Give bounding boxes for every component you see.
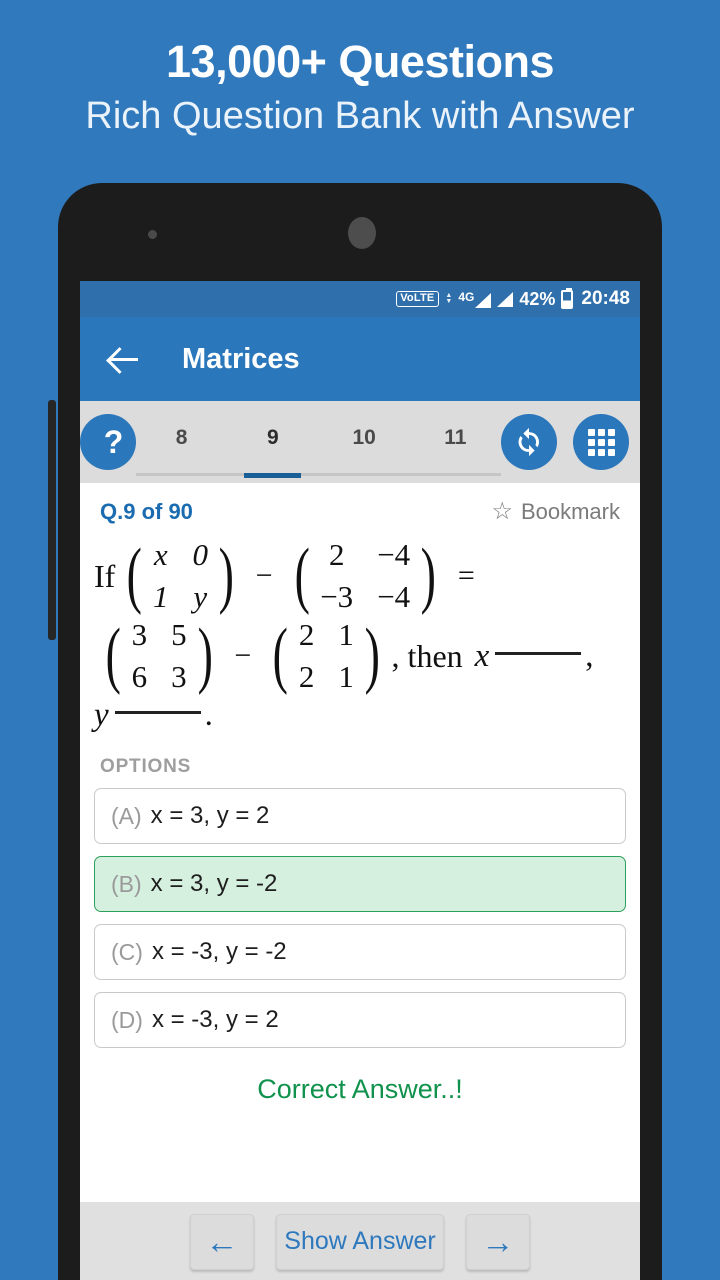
help-button[interactable]: ? bbox=[80, 414, 136, 470]
phone-screen: VoLTE ▲ ▼ 4G 42% 20:48 Matrices ? 8 9 10… bbox=[80, 281, 640, 1280]
question-body: If ( x 0 1 y ) − ( 2 −4 −3 −4) = (3 5 … bbox=[80, 535, 640, 734]
app-toolbar: Matrices bbox=[80, 317, 640, 401]
battery-icon bbox=[561, 287, 574, 309]
matrix-a-cell: x bbox=[153, 537, 168, 572]
back-arrow-icon[interactable] bbox=[108, 342, 142, 376]
then-text: , then bbox=[391, 637, 463, 674]
promo-title: 13,000+ Questions bbox=[166, 36, 554, 87]
answer-feedback: Correct Answer..! bbox=[257, 1074, 463, 1104]
variable-y: y bbox=[94, 697, 109, 733]
tab-question-9[interactable]: 9 bbox=[227, 401, 318, 483]
option-d[interactable]: (D) x = -3, y = 2 bbox=[94, 992, 626, 1048]
next-question-button[interactable]: → bbox=[466, 1213, 530, 1270]
tabbar-actions bbox=[501, 414, 629, 470]
star-outline-icon: ☆ bbox=[491, 498, 513, 525]
matrix-b-cell: 2 bbox=[328, 537, 345, 572]
show-answer-label: Show Answer bbox=[284, 1227, 436, 1255]
options-header: OPTIONS bbox=[100, 756, 192, 777]
matrix-d-cell: 2 bbox=[298, 659, 315, 694]
equals-sign: = bbox=[457, 559, 475, 592]
operator-minus: − bbox=[234, 639, 252, 672]
matrix-c-cell: 5 bbox=[171, 617, 187, 652]
bookmark-button[interactable]: ☆ Bookmark bbox=[491, 499, 620, 525]
option-key: (D) bbox=[111, 1006, 143, 1033]
signal-4g-icon: 4G bbox=[458, 290, 492, 308]
previous-question-button[interactable]: ← bbox=[190, 1213, 254, 1270]
bottom-nav-bar: ← Show Answer → bbox=[80, 1202, 640, 1280]
grid-icon bbox=[587, 428, 615, 456]
bookmark-label: Bookmark bbox=[520, 499, 620, 524]
matrix-c-cell: 3 bbox=[171, 659, 187, 694]
tab-question-11[interactable]: 11 bbox=[410, 401, 501, 483]
option-text: x = -3, y = -2 bbox=[151, 938, 287, 965]
question-header: Q.9 of 90 ☆ Bookmark bbox=[80, 483, 640, 535]
matrix-b-cell: −4 bbox=[377, 537, 411, 572]
option-text: x = -3, y = 2 bbox=[151, 1006, 279, 1033]
matrix-c-cell: 3 bbox=[131, 617, 148, 652]
arrow-right-icon: → bbox=[481, 1223, 515, 1260]
matrix-a: ( x 0 1 y ) bbox=[126, 534, 234, 617]
matrix-b-cell: −3 bbox=[320, 579, 354, 614]
option-key: (A) bbox=[111, 802, 142, 829]
matrix-d-cell: 1 bbox=[338, 617, 354, 652]
option-text: x = 3, y = -2 bbox=[150, 870, 278, 897]
promo-screenshot: 13,000+ Questions Rich Question Bank wit… bbox=[0, 0, 720, 1280]
refresh-icon bbox=[518, 427, 539, 457]
answer-blank-y bbox=[114, 711, 201, 714]
page-title: Matrices bbox=[182, 342, 300, 375]
option-text: x = 3, y = 2 bbox=[150, 802, 270, 829]
question-tabbar: ? 8 9 10 11 bbox=[80, 401, 640, 483]
show-answer-button[interactable]: Show Answer bbox=[276, 1213, 444, 1270]
tab-question-8[interactable]: 8 bbox=[136, 401, 227, 483]
tab-indicator bbox=[244, 473, 301, 478]
help-label: ? bbox=[103, 424, 124, 460]
question-counter: Q.9 of 90 bbox=[100, 499, 193, 524]
question-prefix: If bbox=[94, 557, 116, 594]
data-transfer-icon: ▲ ▼ bbox=[445, 292, 453, 305]
question-line-1: If ( x 0 1 y ) − ( 2 −4 −3 −4) = bbox=[94, 537, 626, 615]
options-list: (A) x = 3, y = 2 (B) x = 3, y = -2 (C) x… bbox=[80, 788, 640, 1048]
status-clock: 20:48 bbox=[581, 288, 630, 309]
question-grid-button[interactable] bbox=[573, 414, 629, 470]
comma: , bbox=[585, 637, 594, 674]
status-bar: VoLTE ▲ ▼ 4G 42% 20:48 bbox=[80, 281, 640, 317]
front-camera-icon bbox=[148, 230, 157, 239]
promo-subtitle: Rich Question Bank with Answer bbox=[85, 95, 635, 138]
tab-question-10[interactable]: 10 bbox=[319, 401, 410, 483]
matrix-c-cell: 6 bbox=[131, 659, 148, 694]
period: . bbox=[204, 697, 213, 733]
signal-bars-icon bbox=[497, 291, 514, 307]
matrix-d: ( 2 1 2 1 ) bbox=[272, 614, 380, 697]
option-key: (C) bbox=[111, 938, 143, 965]
answer-blank-x bbox=[495, 651, 582, 655]
matrix-b: ( 2 −4 −3 −4 ) bbox=[294, 534, 437, 617]
matrix-d-cell: 1 bbox=[338, 659, 354, 694]
matrix-b-cell: −4 bbox=[377, 579, 411, 614]
option-key: (B) bbox=[111, 870, 142, 897]
matrix-a-cell: 0 bbox=[192, 537, 208, 572]
tab-track bbox=[136, 473, 501, 476]
matrix-a-cell: y bbox=[193, 579, 208, 614]
matrix-c: ( 3 5 6 3 ) bbox=[105, 614, 213, 697]
option-b[interactable]: (B) x = 3, y = -2 bbox=[94, 856, 626, 912]
volte-icon: VoLTE bbox=[396, 291, 440, 307]
promo-header: 13,000+ Questions Rich Question Bank wit… bbox=[0, 0, 720, 175]
option-c[interactable]: (C) x = -3, y = -2 bbox=[94, 924, 626, 980]
question-line-2: ( 3 5 6 3 ) − ( 2 1 2 1) , then x , bbox=[94, 617, 626, 695]
matrix-a-cell: 1 bbox=[152, 579, 169, 614]
refresh-button[interactable] bbox=[501, 414, 557, 470]
arrow-left-icon: ← bbox=[205, 1223, 239, 1260]
earpiece-speaker bbox=[348, 217, 376, 249]
phone-side-button bbox=[48, 400, 56, 640]
question-line-3: y . bbox=[94, 697, 626, 734]
option-a[interactable]: (A) x = 3, y = 2 bbox=[94, 788, 626, 844]
variable-x: x bbox=[474, 637, 490, 674]
question-tabs: 8 9 10 11 bbox=[136, 401, 501, 483]
matrix-d-cell: 2 bbox=[298, 617, 315, 652]
operator-minus: − bbox=[255, 559, 273, 592]
battery-percent: 42% bbox=[519, 288, 556, 309]
